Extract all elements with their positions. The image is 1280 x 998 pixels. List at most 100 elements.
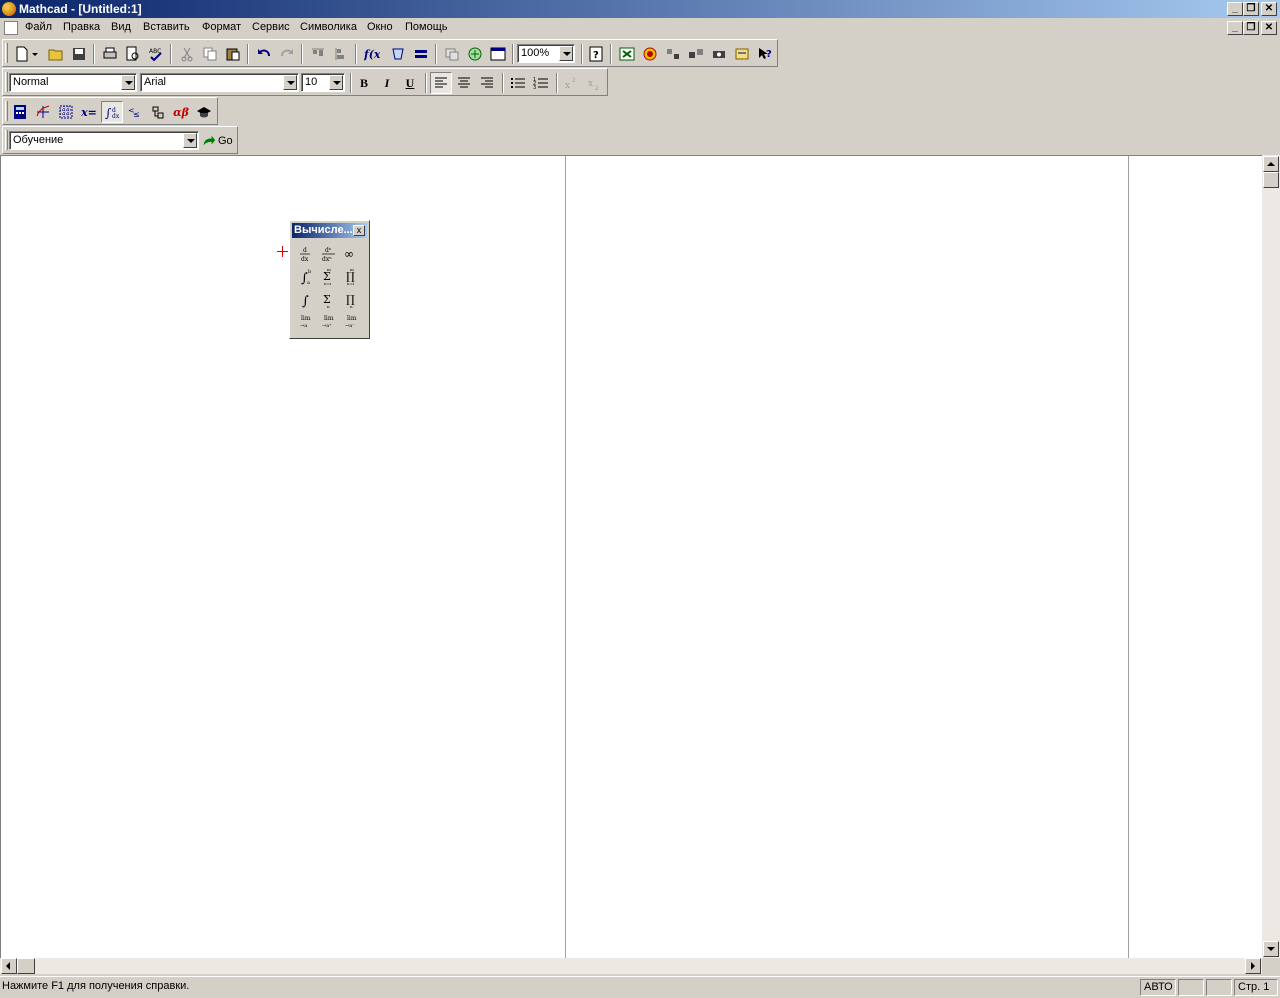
network-icon[interactable] — [685, 43, 707, 65]
calculate-icon[interactable] — [410, 43, 432, 65]
vertical-scrollbar[interactable] — [1262, 155, 1280, 958]
infinity-icon[interactable]: ∞ — [341, 243, 363, 264]
document-icon[interactable] — [4, 21, 18, 35]
chevron-down-icon[interactable] — [283, 75, 297, 90]
help-icon[interactable]: ? — [585, 43, 607, 65]
italic-button[interactable]: I — [376, 72, 398, 94]
spell-check-icon[interactable]: ABC — [145, 43, 167, 65]
doc-minimize-button[interactable]: _ — [1227, 21, 1243, 35]
context-help-icon[interactable]: ? — [754, 43, 776, 65]
underline-button[interactable]: U — [399, 72, 421, 94]
font-size-select[interactable]: 10 — [301, 73, 345, 92]
align-left-icon[interactable] — [430, 72, 452, 94]
range-product-icon[interactable]: m ∏ n=i — [341, 265, 363, 286]
derivative-icon[interactable]: d dx — [295, 243, 317, 264]
new-dropdown-icon[interactable] — [29, 43, 41, 65]
right-limit-icon[interactable]: lim →a⁺ — [318, 311, 340, 332]
tips-icon[interactable] — [731, 43, 753, 65]
horizontal-scrollbar[interactable] — [0, 958, 1262, 974]
print-icon[interactable] — [99, 43, 121, 65]
insert-component-icon[interactable] — [464, 43, 486, 65]
collaboratory-icon[interactable] — [662, 43, 684, 65]
superscript-icon[interactable]: x2 — [560, 72, 582, 94]
worksheet[interactable] — [0, 155, 1262, 959]
menu-symbolics[interactable]: Символика — [300, 21, 357, 33]
graph-icon[interactable] — [32, 101, 54, 123]
programming-icon[interactable] — [147, 101, 169, 123]
menu-tools[interactable]: Сервис — [252, 21, 290, 33]
minimize-button[interactable]: _ — [1227, 2, 1243, 16]
style-select[interactable]: Normal — [9, 73, 137, 92]
product-icon[interactable]: ∏ n — [341, 288, 363, 309]
resources-icon[interactable] — [487, 43, 509, 65]
chevron-down-icon[interactable] — [329, 75, 343, 90]
bold-button[interactable]: B — [353, 72, 375, 94]
menu-insert[interactable]: Вставить — [143, 21, 190, 33]
insert-function-icon[interactable]: f(x) — [361, 43, 383, 65]
nth-derivative-icon[interactable]: dⁿ dxⁿ — [318, 243, 340, 264]
menu-help[interactable]: Помощь — [405, 21, 448, 33]
calculator-icon[interactable] — [9, 101, 31, 123]
svg-text:3: 3 — [533, 85, 536, 91]
align-down-icon[interactable] — [330, 43, 352, 65]
paste-icon[interactable] — [222, 43, 244, 65]
go-button[interactable]: Go — [202, 131, 236, 150]
align-center-icon[interactable] — [453, 72, 475, 94]
align-right-icon[interactable] — [476, 72, 498, 94]
close-button[interactable]: ✕ — [1261, 2, 1277, 16]
doc-close-button[interactable]: ✕ — [1261, 21, 1277, 35]
symbolic-icon[interactable] — [193, 101, 215, 123]
open-icon[interactable] — [45, 43, 67, 65]
restore-button[interactable]: ❐ — [1243, 2, 1259, 16]
toolbar-grip[interactable] — [5, 130, 8, 150]
doc-restore-button[interactable]: ❐ — [1243, 21, 1259, 35]
scroll-down-button[interactable] — [1263, 941, 1279, 957]
redo-icon[interactable] — [276, 43, 298, 65]
scroll-left-button[interactable] — [1, 958, 17, 974]
bullets-icon[interactable] — [507, 72, 529, 94]
palette-close-button[interactable]: x — [353, 225, 365, 236]
camera-icon[interactable] — [708, 43, 730, 65]
scroll-right-button[interactable] — [1245, 958, 1261, 974]
menu-file[interactable]: Файл — [25, 21, 52, 33]
align-top-icon[interactable] — [307, 43, 329, 65]
menu-edit[interactable]: Правка — [63, 21, 100, 33]
horizontal-scroll-thumb[interactable] — [17, 958, 35, 974]
matrix-icon[interactable] — [55, 101, 77, 123]
resources-select[interactable]: Обучение — [9, 131, 199, 150]
subscript-icon[interactable]: x2 — [583, 72, 605, 94]
indefinite-integral-icon[interactable]: ∫ — [295, 288, 317, 309]
excel-icon[interactable] — [616, 43, 638, 65]
menu-format[interactable]: Формат — [202, 21, 241, 33]
chevron-down-icon[interactable] — [121, 75, 135, 90]
numbering-icon[interactable]: 123 — [530, 72, 552, 94]
insert-hyperlink-icon[interactable] — [441, 43, 463, 65]
greek-icon[interactable]: αβ — [170, 101, 192, 123]
summation-icon[interactable]: Σn — [318, 288, 340, 309]
print-preview-icon[interactable] — [122, 43, 144, 65]
left-limit-icon[interactable]: lim →a⁻ — [341, 311, 363, 332]
undo-icon[interactable] — [253, 43, 275, 65]
chevron-down-icon[interactable] — [183, 133, 197, 148]
vertical-scroll-thumb[interactable] — [1263, 172, 1279, 188]
definite-integral-icon[interactable]: ∫ b a — [295, 265, 317, 286]
save-icon[interactable] — [68, 43, 90, 65]
evaluation-icon[interactable]: x= — [78, 101, 100, 123]
boolean-icon[interactable]: < ≤ — [124, 101, 146, 123]
scroll-up-button[interactable] — [1263, 156, 1279, 172]
chevron-down-icon[interactable] — [559, 46, 573, 61]
toolbar-grip[interactable] — [5, 72, 8, 92]
copy-icon[interactable] — [199, 43, 221, 65]
zoom-select[interactable]: 100% — [517, 44, 575, 63]
calculus-icon[interactable]: ∫ d dx — [101, 101, 123, 123]
limit-icon[interactable]: lim →a — [295, 311, 317, 332]
insert-unit-icon[interactable] — [387, 43, 409, 65]
toolbar-grip[interactable] — [5, 101, 8, 121]
menu-window[interactable]: Окно — [367, 21, 393, 33]
web-icon[interactable] — [639, 43, 661, 65]
menu-view[interactable]: Вид — [111, 21, 131, 33]
cut-icon[interactable] — [176, 43, 198, 65]
range-sum-icon[interactable]: m Σn=i — [318, 265, 340, 286]
toolbar-grip[interactable] — [5, 43, 8, 63]
font-select[interactable]: Arial — [140, 73, 299, 92]
